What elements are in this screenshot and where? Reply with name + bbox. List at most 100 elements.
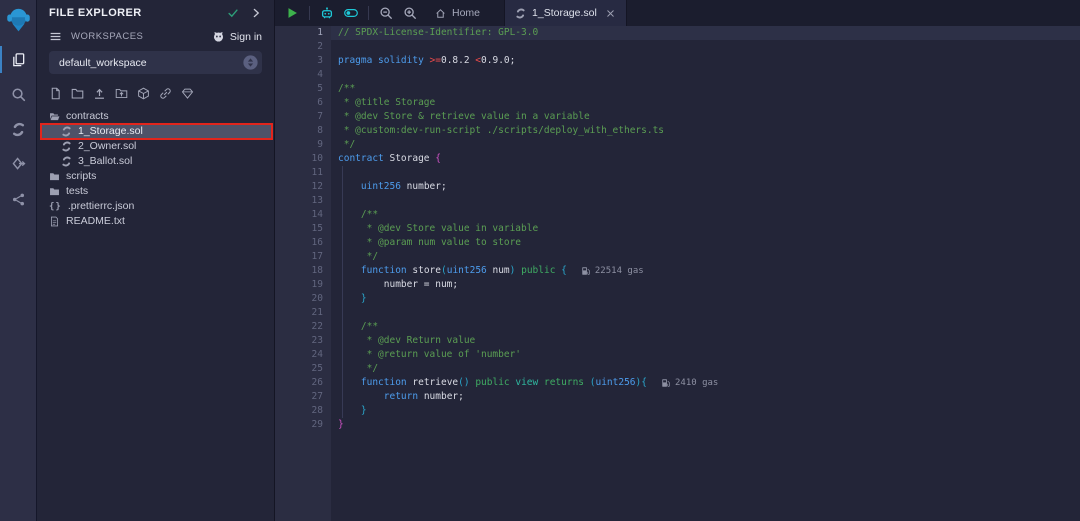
fuel-pump-icon (661, 378, 671, 388)
code-line-26: function retrieve() public view returns … (331, 376, 1080, 390)
tree-item-contracts[interactable]: contracts (41, 109, 272, 124)
code-token: } (361, 292, 367, 306)
code-line-24: * @return value of 'number' (331, 348, 1080, 362)
line-number: 22 (275, 320, 331, 334)
tab-1-storage-sol[interactable]: 1_Storage.sol (504, 0, 627, 26)
tree-item-readme-txt[interactable]: README.txt (41, 214, 272, 229)
activity-item-file-explorer[interactable] (0, 42, 36, 77)
zoom-in-button[interactable] (401, 4, 419, 22)
tree-item--prettierrc-json[interactable]: {}.prettierrc.json (41, 199, 272, 214)
line-number: 15 (275, 222, 331, 236)
code-token: */ (338, 362, 378, 376)
tree-item-label: 1_Storage.sol (78, 126, 143, 137)
new-file-icon[interactable] (49, 87, 62, 100)
robot-icon (320, 6, 334, 20)
tree-item-label: 2_Owner.sol (78, 141, 136, 152)
code-line-29: } (331, 418, 1080, 432)
tree-item-label: scripts (66, 171, 96, 182)
tree-item-tests[interactable]: tests (41, 184, 272, 199)
line-number: 1 (275, 26, 331, 40)
editor-area: Home1_Storage.sol 1234567891011121314151… (275, 0, 1080, 521)
gem-icon[interactable] (181, 87, 194, 100)
code-line-28: } (331, 404, 1080, 418)
code-line-18: function store(uint256 num) public {2251… (331, 264, 1080, 278)
code-token: public (521, 264, 561, 278)
workspaces-menu-icon[interactable] (49, 30, 62, 43)
line-number: 11 (275, 166, 331, 180)
code-token: * @custom:dev-run-script ./scripts/deplo… (338, 124, 664, 138)
gas-estimate-label: 2410 gas (675, 376, 718, 390)
zoom-out-button[interactable] (377, 4, 395, 22)
run-script-button[interactable] (283, 4, 301, 22)
code-token: * @dev Store value in variable (338, 222, 538, 236)
code-token: { (641, 376, 647, 390)
tab-home[interactable]: Home (423, 0, 492, 26)
deploy-and-run-icon (11, 157, 26, 172)
tab-label: 1_Storage.sol (532, 7, 597, 19)
code-token: uint256 (447, 264, 493, 278)
activity-item-deploy-and-run[interactable] (0, 147, 36, 182)
folder-open-icon (49, 111, 60, 122)
cube-icon[interactable] (137, 87, 150, 100)
code-token: /** (338, 320, 378, 334)
code-line-10: contract Storage { (331, 152, 1080, 166)
tree-item-3-ballot-sol[interactable]: 3_Ballot.sol (41, 154, 272, 169)
code-token: Storage (389, 152, 435, 166)
code-token: pragma solidity (338, 54, 430, 68)
activity-bar (0, 0, 37, 521)
code-token: retrieve (412, 376, 458, 390)
upload-file-icon[interactable] (93, 87, 106, 100)
code-line-9: */ (331, 138, 1080, 152)
tree-item-scripts[interactable]: scripts (41, 169, 272, 184)
line-number: 17 (275, 250, 331, 264)
ai-copilot-button[interactable] (318, 4, 336, 22)
workspaces-row: WORKSPACES Sign in (37, 30, 274, 43)
toggle-icon (344, 6, 358, 20)
code-token (338, 390, 384, 404)
line-number: 13 (275, 194, 331, 208)
activity-item-solidity-compiler[interactable] (0, 112, 36, 147)
tree-item-2-owner-sol[interactable]: 2_Owner.sol (41, 139, 272, 154)
code-line-12: uint256 number; (331, 180, 1080, 194)
code-line-11 (331, 166, 1080, 180)
solidity-compiler-icon (11, 122, 26, 137)
code-editor[interactable]: // SPDX-License-Identifier: GPL-3.0pragm… (331, 26, 1080, 521)
workspace-select-value: default_workspace (59, 57, 147, 69)
code-line-25: */ (331, 362, 1080, 376)
code-line-3: pragma solidity >=0.8.2 <0.9.0; (331, 54, 1080, 68)
code-token: { (561, 264, 567, 278)
sign-in-button[interactable]: Sign in (212, 30, 262, 43)
code-token: returns (544, 376, 590, 390)
activity-item-git[interactable] (0, 182, 36, 217)
editor-gutter: 1234567891011121314151617181920212223242… (275, 26, 331, 521)
tree-item-1-storage-sol[interactable]: 1_Storage.sol (41, 124, 272, 139)
remix-ide: { "colors":{"accent_cyan":"#1ec9d8","acc… (0, 0, 1080, 521)
code-line-13 (331, 194, 1080, 208)
copilot-toggle[interactable] (342, 4, 360, 22)
line-number: 4 (275, 68, 331, 82)
code-token: number = num; (338, 278, 458, 292)
upload-folder-icon[interactable] (115, 87, 128, 100)
link-icon[interactable] (159, 87, 172, 100)
workspace-select[interactable]: default_workspace (49, 51, 262, 74)
collapse-chevron-icon[interactable] (250, 7, 262, 19)
accept-check-icon[interactable] (227, 7, 239, 19)
line-number: 2 (275, 40, 331, 54)
close-icon[interactable] (605, 8, 616, 19)
line-number: 12 (275, 180, 331, 194)
new-folder-icon[interactable] (71, 87, 84, 100)
code-token: * @dev Store & retrieve value in a varia… (338, 110, 590, 124)
code-token: * @return value of 'number' (338, 348, 521, 362)
zoom-in-icon (403, 6, 417, 20)
file-tree: contracts 1_Storage.sol 2_Owner.sol 3_Ballo… (37, 109, 274, 229)
code-token: { (435, 152, 441, 166)
code-token: } (338, 418, 344, 432)
code-token: function (361, 376, 412, 390)
remix-logo[interactable] (0, 0, 36, 38)
line-number: 28 (275, 404, 331, 418)
file-explorer-icon (11, 52, 26, 67)
line-number: 16 (275, 236, 331, 250)
activity-item-search[interactable] (0, 77, 36, 112)
code-line-5: /** (331, 82, 1080, 96)
workspaces-label: WORKSPACES (71, 31, 143, 42)
